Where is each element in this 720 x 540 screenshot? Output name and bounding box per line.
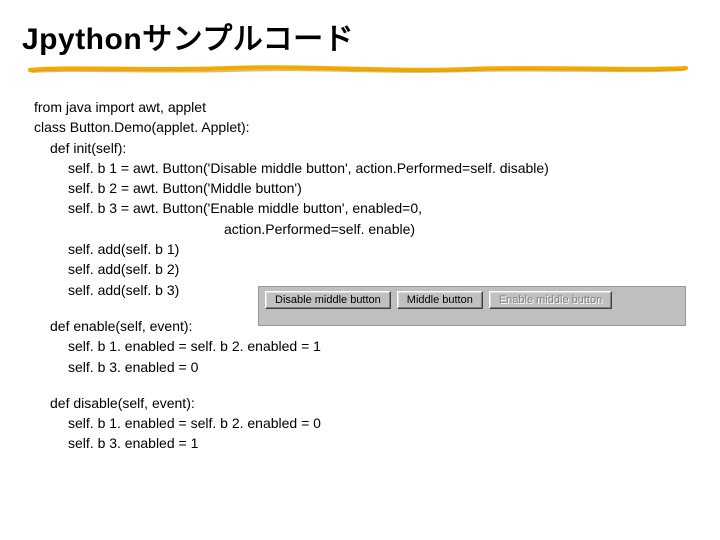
code-line: self. add(self. b 1) [34, 239, 720, 259]
code-line: self. b 2 = awt. Button('Middle button') [34, 178, 720, 198]
code-line: def disable(self, event): [34, 393, 720, 413]
code-line: from java import awt, applet [34, 97, 720, 117]
middle-button[interactable]: Middle button [397, 291, 483, 309]
slide-title: Jpythonサンプルコード [22, 14, 720, 58]
code-line: self. b 1. enabled = self. b 2. enabled … [34, 336, 720, 356]
disable-middle-button[interactable]: Disable middle button [265, 291, 391, 309]
code-line: self. b 3. enabled = 0 [34, 357, 720, 377]
code-line: self. b 1. enabled = self. b 2. enabled … [34, 413, 720, 433]
enable-middle-button: Enable middle button [489, 291, 612, 309]
title-block: Jpythonサンプルコード [0, 0, 720, 79]
code-line: self. add(self. b 2) [34, 259, 720, 279]
applet-screenshot: Disable middle button Middle button Enab… [258, 286, 686, 326]
code-line: self. b 1 = awt. Button('Disable middle … [34, 158, 720, 178]
title-underline [28, 64, 688, 74]
code-line: def init(self): [34, 138, 720, 158]
code-block: from java import awt, applet class Butto… [0, 79, 720, 454]
code-line: action.Performed=self. enable) [34, 219, 720, 239]
code-line: class Button.Demo(applet. Applet): [34, 117, 720, 137]
code-line: self. b 3. enabled = 1 [34, 433, 720, 453]
code-line: self. b 3 = awt. Button('Enable middle b… [34, 198, 720, 218]
